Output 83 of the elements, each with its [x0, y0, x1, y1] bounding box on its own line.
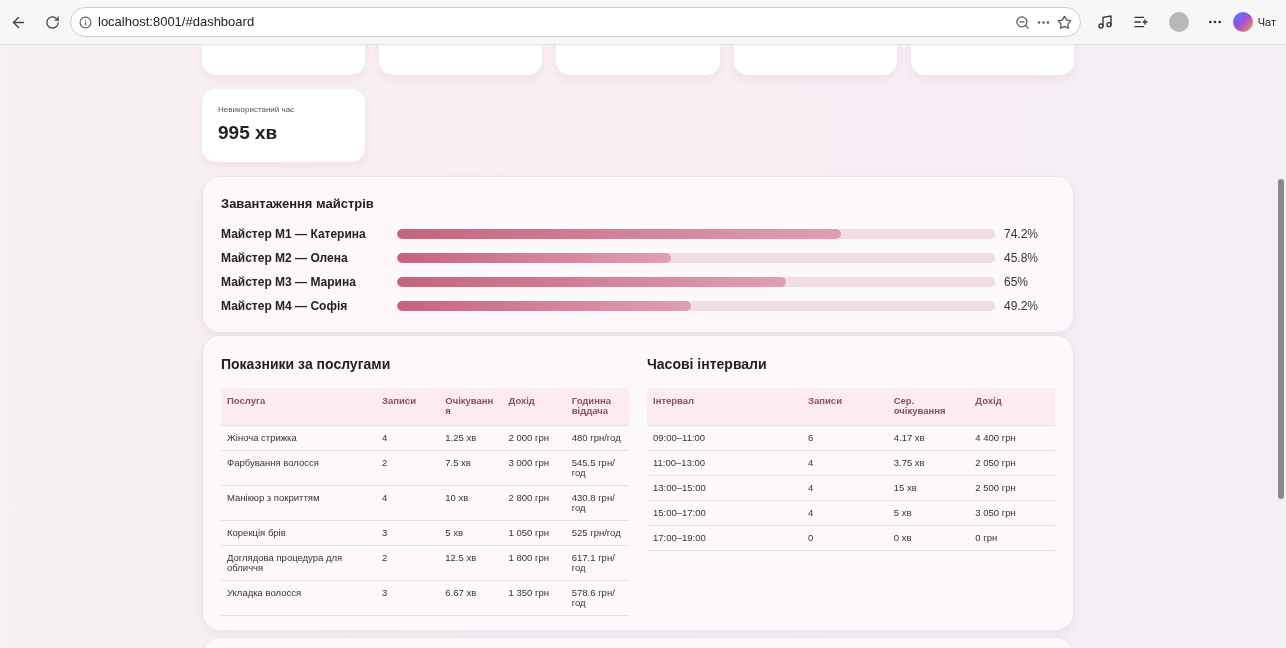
table-cell: Манікюр з покриттям [221, 485, 377, 520]
scrollbar[interactable] [1276, 45, 1286, 648]
table-cell: 4 [802, 450, 888, 475]
column-header: Дохід [502, 387, 566, 425]
section-title: Часові інтервали [647, 354, 768, 374]
master-name: Майстер М2 — Олена [221, 249, 349, 267]
table-cell: Доглядова процедура для обличчя [221, 545, 377, 580]
column-header: Послуга [221, 387, 377, 425]
table-cell: 2 050 грн [969, 450, 1055, 475]
table-cell: 525 грн/год [565, 520, 629, 545]
table-cell: 09:00–11:00 [647, 425, 803, 450]
section-title: Завантаження майстрів [221, 195, 375, 213]
column-header: Дохід [969, 387, 1055, 425]
table-cell: 12.5 хв [439, 545, 503, 580]
stat-label: Невикористаний час [218, 104, 296, 116]
table-cell: 3.75 хв [887, 450, 970, 475]
copilot-icon [1232, 12, 1253, 32]
table-cell: 4 [802, 475, 888, 500]
table-cell: 3 [376, 520, 440, 545]
load-percent: 45.8% [1004, 249, 1039, 267]
table-cell: 578.6 грн/ год [565, 580, 629, 615]
table-cell: 5 хв [887, 500, 970, 525]
info-icon[interactable] [79, 15, 92, 29]
table-cell: 1 800 грн [502, 545, 566, 580]
table-cell: 4 [376, 425, 440, 450]
load-percent: 74.2% [1004, 225, 1039, 243]
table-cell: 0 хв [887, 525, 970, 550]
column-header: Сер. очікування [887, 387, 970, 425]
table-cell: 2 000 грн [502, 425, 566, 450]
column-header: Очікуванн я [439, 387, 503, 425]
table-cell: 0 [802, 525, 888, 550]
table-cell: 480 грн/год [565, 425, 629, 450]
favorite-icon[interactable] [1056, 14, 1072, 30]
scrollbar-thumb[interactable] [1278, 179, 1284, 499]
music-icon[interactable] [1096, 14, 1113, 30]
table-cell: 4 400 грн [969, 425, 1055, 450]
column-header: Інтервал [647, 387, 803, 425]
master-name: Майстер М1 — Катерина [221, 225, 367, 243]
table-cell: 2 [376, 545, 440, 580]
master-name: Майстер М4 — Софія [221, 297, 349, 315]
master-name: Майстер М3 — Марина [221, 273, 357, 291]
load-percent: 65% [1004, 273, 1029, 291]
stat-value: 995 хв [218, 121, 279, 145]
chat-button[interactable]: Чат [1232, 12, 1276, 32]
table-cell: 545.5 грн/ год [565, 450, 629, 485]
table-cell: Корекція брів [221, 520, 377, 545]
table-cell: 1.25 хв [439, 425, 503, 450]
table-cell: 0 грн [969, 525, 1055, 550]
table-cell: 2 [376, 450, 440, 485]
table-cell: 5 хв [439, 520, 503, 545]
url-text: localhost:8001/#dashboard [98, 13, 256, 32]
table-cell: 10 хв [439, 485, 503, 520]
table-cell: 3 000 грн [502, 450, 566, 485]
column-header: Записи [802, 387, 888, 425]
table-cell: 4 [802, 500, 888, 525]
table-cell: 617.1 грн/ год [565, 545, 629, 580]
table-cell: Укладка волосся [221, 580, 377, 615]
section-title: Показники за послугами [221, 354, 392, 374]
table-cell: 17:00–19:00 [647, 525, 803, 550]
table-cell: 1 350 грн [502, 580, 566, 615]
column-header: Годинна віддача [565, 387, 629, 425]
table-cell: 4.17 хв [887, 425, 970, 450]
table-cell: 15:00–17:00 [647, 500, 803, 525]
table-cell: Жіноча стрижка [221, 425, 377, 450]
table-cell: 13:00–15:00 [647, 475, 803, 500]
table-cell: Фарбування волосся [221, 450, 377, 485]
reload-icon[interactable] [45, 14, 60, 30]
table-cell: 6.67 хв [439, 580, 503, 615]
table-cell: 6 [802, 425, 888, 450]
table-cell: 430.8 грн/ год [565, 485, 629, 520]
table-cell: 11:00–13:00 [647, 450, 803, 475]
table-cell: 1 050 грн [502, 520, 566, 545]
table-cell: 2 800 грн [502, 485, 566, 520]
table-cell: 7.5 хв [439, 450, 503, 485]
table-cell: 3 050 грн [969, 500, 1055, 525]
table-cell: 4 [376, 485, 440, 520]
zoom-out-icon[interactable] [1014, 14, 1030, 30]
load-percent: 49.2% [1004, 297, 1039, 315]
column-header: Записи [376, 387, 440, 425]
table-cell: 3 [376, 580, 440, 615]
table-cell: 15 хв [887, 475, 970, 500]
table-cell: 2 500 грн [969, 475, 1055, 500]
address-bar[interactable]: localhost:8001/#dashboard [70, 7, 1081, 37]
